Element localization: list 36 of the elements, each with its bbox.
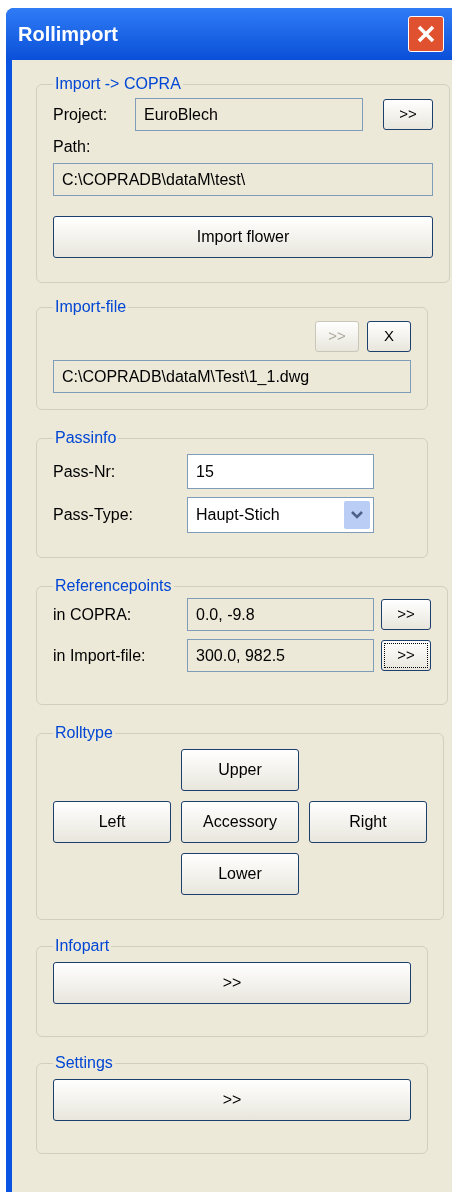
import-flower-button[interactable]: Import flower bbox=[53, 216, 433, 258]
field-label: in COPRA: bbox=[53, 604, 133, 625]
field-label: Path: bbox=[53, 138, 91, 155]
right-button[interactable]: Right bbox=[309, 801, 427, 843]
group-title: Infopart bbox=[54, 936, 111, 956]
chevron-down-icon bbox=[344, 501, 370, 529]
pass-number-input[interactable]: 15 bbox=[187, 454, 374, 489]
browse-button[interactable]: >> bbox=[383, 99, 433, 130]
upper-button[interactable]: Upper bbox=[181, 749, 299, 791]
clear-button[interactable]: X bbox=[367, 321, 411, 352]
close-button[interactable] bbox=[408, 16, 444, 52]
reference-field[interactable]: 0.0, -9.8 bbox=[187, 598, 374, 631]
group-title: Referencepoints bbox=[54, 576, 173, 596]
pass-type-dropdown[interactable]: Haupt-Stich bbox=[187, 497, 374, 533]
pick-button[interactable]: >> bbox=[381, 640, 431, 671]
close-icon bbox=[416, 24, 436, 44]
group-title: Passinfo bbox=[54, 428, 118, 448]
field-label: Pass-Nr: bbox=[53, 461, 117, 482]
group-title: Rolltype bbox=[54, 723, 114, 743]
project-field[interactable]: EuroBlech bbox=[135, 98, 363, 131]
expand-button[interactable]: >> bbox=[53, 962, 411, 1004]
left-button[interactable]: Left bbox=[53, 801, 171, 843]
group-title: Import-file bbox=[54, 297, 128, 317]
field-label: Project: bbox=[53, 104, 109, 125]
reference-field[interactable]: 300.0, 982.5 bbox=[187, 639, 374, 672]
lower-button[interactable]: Lower bbox=[181, 853, 299, 895]
group-title: Settings bbox=[54, 1053, 114, 1073]
file-path-field[interactable]: C:\COPRADB\dataM\Test\1_1.dwg bbox=[53, 360, 411, 393]
pick-button[interactable]: >> bbox=[381, 599, 431, 630]
group-title: Import -> COPRA bbox=[54, 74, 182, 94]
expand-button[interactable]: >> bbox=[53, 1079, 411, 1121]
field-label: in Import-file: bbox=[53, 645, 147, 666]
path-field[interactable]: C:\COPRADB\dataM\test\ bbox=[53, 163, 433, 196]
window-title: Rollimport bbox=[18, 22, 119, 47]
accessory-button[interactable]: Accessory bbox=[181, 801, 299, 843]
field-label: Pass-Type: bbox=[53, 505, 135, 525]
